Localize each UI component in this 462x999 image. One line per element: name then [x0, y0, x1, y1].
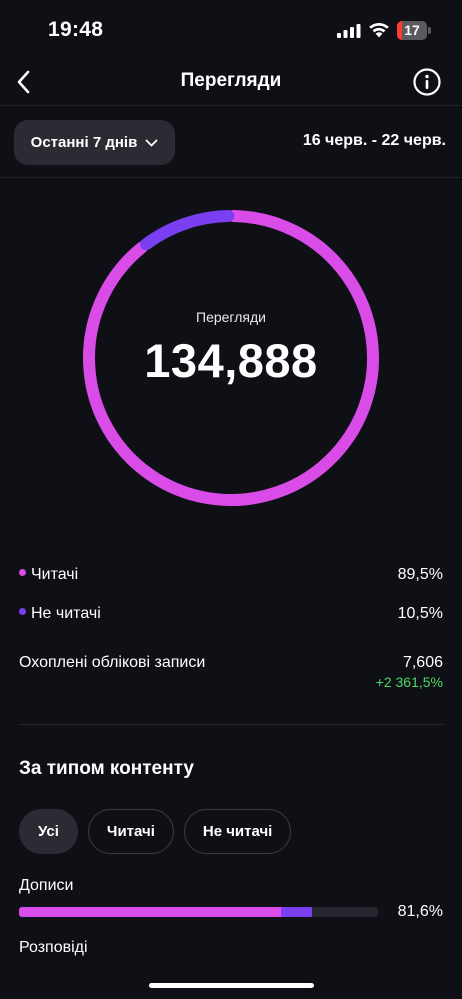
info-icon[interactable]: [412, 67, 442, 97]
cellular-signal-icon: [337, 24, 361, 38]
accounts-reached-label: Охоплені облікові записи: [19, 654, 206, 671]
non-followers-dot: [19, 608, 26, 616]
legend-followers: Читачі 89,5%: [19, 566, 443, 588]
battery-icon: 17: [397, 21, 431, 40]
home-indicator: [149, 983, 314, 988]
posts-bar: [19, 907, 378, 917]
tab-followers[interactable]: Читачі: [87, 809, 174, 854]
posts-bar-non-followers: [281, 907, 312, 917]
followers-value: 89,5%: [397, 566, 443, 583]
accounts-reached-delta: +2 361,5%: [375, 674, 443, 690]
section-title-content-type: За типом контенту: [19, 758, 194, 779]
page-title: Перегляди: [180, 70, 282, 91]
stories-label: Розповіді: [19, 939, 88, 956]
posts-value: 81,6%: [397, 903, 443, 920]
followers-label: Читачі: [31, 566, 79, 583]
posts-bar-followers: [19, 907, 282, 917]
period-label: Останні 7 днів: [30, 134, 138, 151]
total-views: 134,888: [144, 334, 318, 387]
ring-segment-non-followers: [140, 210, 235, 251]
status-time: 19:48: [48, 18, 104, 41]
non-followers-label: Не читачі: [31, 605, 101, 622]
battery-level: 17: [404, 22, 420, 38]
tab-all[interactable]: Усі: [19, 809, 78, 854]
tab-non-followers[interactable]: Не читачі: [183, 809, 292, 854]
followers-dot: [19, 569, 26, 577]
period-dropdown[interactable]: Останні 7 днів: [14, 120, 175, 165]
date-range: 16 черв. - 22 черв.: [302, 132, 446, 149]
views-ring-chart: Перегляди 134,888: [82, 209, 380, 507]
accounts-reached-row: Охоплені облікові записи 7,606 +2 361,5%: [19, 654, 443, 696]
wifi-icon: [369, 22, 389, 38]
nav-bar: Перегляди: [0, 58, 462, 106]
posts-label: Дописи: [19, 877, 74, 894]
filter-row: Останні 7 днів 16 черв. - 22 черв.: [0, 106, 462, 178]
content-type-tabs: Усі Читачі Не читачі: [19, 809, 292, 854]
accounts-reached-value: 7,606: [402, 654, 443, 671]
chevron-down-icon: [145, 139, 158, 146]
ring-label: Перегляди: [196, 309, 266, 325]
divider: [19, 724, 443, 725]
non-followers-value: 10,5%: [397, 605, 443, 622]
status-bar: 19:48 17: [0, 0, 462, 60]
legend-non-followers: Не читачі 10,5%: [19, 605, 443, 627]
